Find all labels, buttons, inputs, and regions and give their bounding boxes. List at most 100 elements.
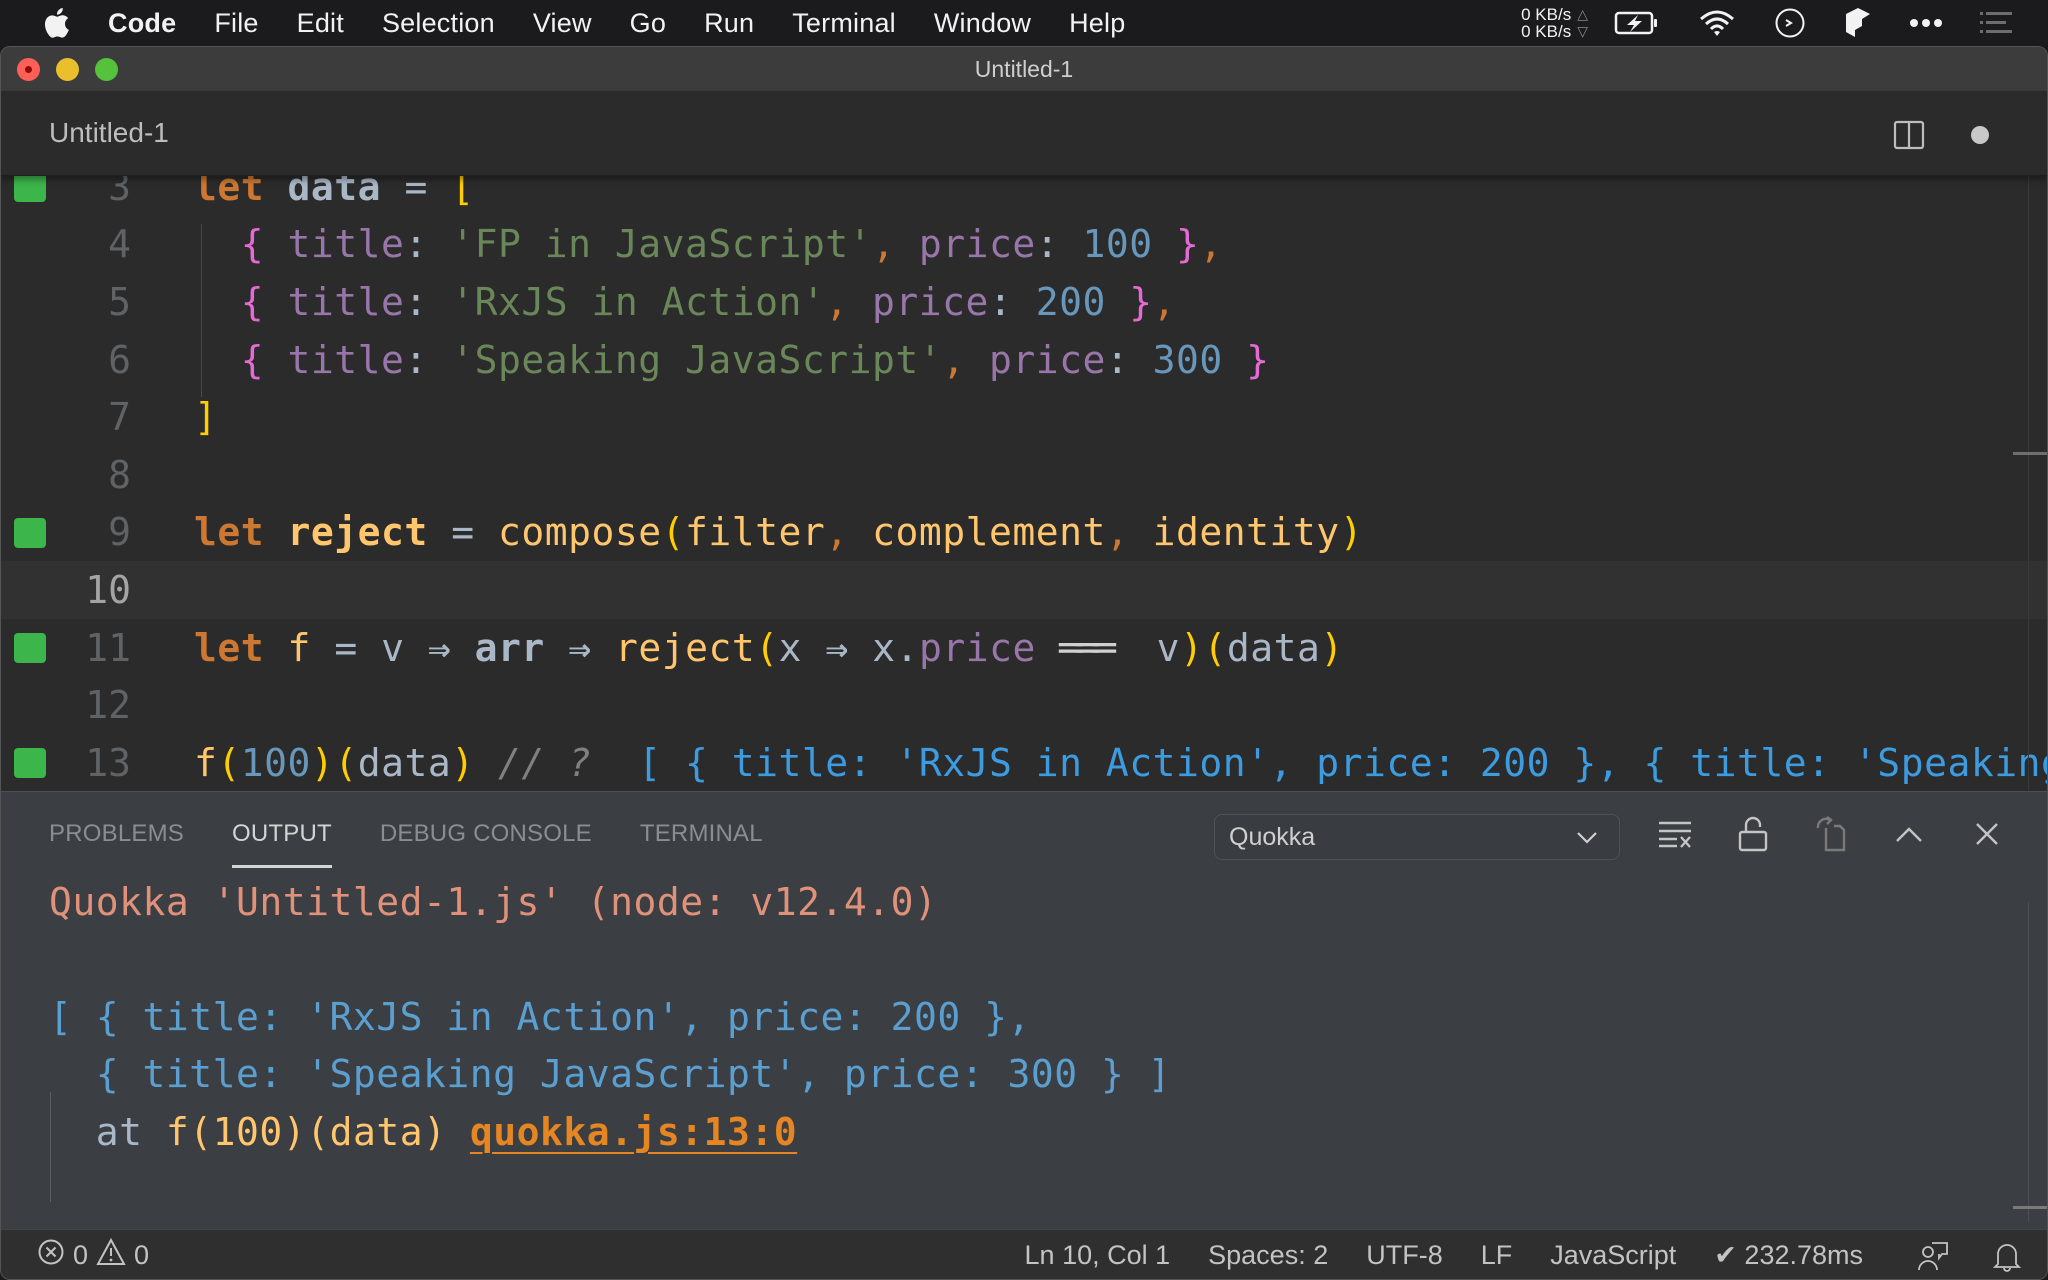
end-of-line[interactable]: LF	[1481, 1240, 1513, 1271]
token-arrow: ⇒	[568, 625, 592, 670]
code-line[interactable]: 3 let data = [	[1, 176, 2047, 216]
tab-untitled-1[interactable]: Untitled-1	[49, 117, 169, 149]
problems-status[interactable]: 0 0	[37, 1237, 149, 1273]
line-number: 12	[85, 683, 131, 728]
cursor-position[interactable]: Ln 10, Col 1	[1025, 1240, 1171, 1271]
token-comma: ,	[872, 222, 896, 267]
menu-window[interactable]: Window	[934, 8, 1031, 39]
lock-scroll-icon[interactable]	[1735, 816, 1771, 852]
window-title-bar: Untitled-1	[1, 47, 2047, 91]
menu-help[interactable]: Help	[1069, 8, 1125, 39]
close-window-button[interactable]	[17, 58, 40, 81]
code-line[interactable]: 4 { title: 'FP in JavaScript', price: 10…	[1, 216, 2047, 274]
token-property: title	[287, 279, 405, 324]
menu-go[interactable]: Go	[630, 8, 666, 39]
token-paren: (	[661, 510, 686, 555]
code-line-current[interactable]: 10	[1, 561, 2047, 619]
token-keyword: let	[194, 510, 265, 555]
apple-logo-icon[interactable]	[40, 6, 72, 40]
token-function-call: reject	[614, 625, 756, 670]
notifications-bell-icon[interactable]	[1993, 1240, 2021, 1272]
panel-overview-marker	[2013, 1206, 2047, 1209]
code-line[interactable]: 11 let f = v ⇒ arr ⇒ reject(x ⇒ x.price …	[1, 619, 2047, 677]
output-channel-select[interactable]: Quokka	[1214, 814, 1620, 860]
line-number: 13	[85, 740, 131, 785]
menu-terminal[interactable]: Terminal	[792, 8, 896, 39]
code-line[interactable]: 7 ]	[1, 388, 2047, 446]
token-paren: )	[310, 740, 335, 785]
close-panel-icon[interactable]	[1969, 816, 2005, 852]
menu-app-code[interactable]: Code	[108, 8, 176, 39]
menu-file[interactable]: File	[214, 8, 258, 39]
code-line[interactable]: 13 f(100)(data) // ? [ { title: 'RxJS in…	[1, 734, 2047, 791]
panel-scrollbar[interactable]	[2028, 902, 2029, 1222]
token-number: 200	[1035, 279, 1106, 324]
quokka-coverage-marker	[14, 632, 46, 663]
menu-edit[interactable]: Edit	[297, 8, 344, 39]
token-keyword: let	[194, 625, 265, 670]
file-encoding[interactable]: UTF-8	[1366, 1240, 1443, 1271]
token-arrow: ⇒	[427, 625, 452, 670]
menu-view[interactable]: View	[533, 8, 592, 39]
token-variable: x	[872, 625, 896, 670]
token-colon: :	[1035, 222, 1060, 267]
language-mode[interactable]: JavaScript	[1550, 1240, 1676, 1271]
status-bar-right: Ln 10, Col 1 Spaces: 2 UTF-8 LF JavaScri…	[987, 1240, 2021, 1272]
tab-terminal[interactable]: TERMINAL	[640, 820, 763, 864]
maximize-panel-icon[interactable]	[1891, 816, 1927, 852]
token-colon: :	[988, 279, 1013, 324]
token-paren: (	[1203, 625, 1227, 670]
code-line[interactable]: 5 { title: 'RxJS in Action', price: 200 …	[1, 273, 2047, 331]
token-string: 'FP in JavaScript'	[451, 222, 873, 267]
clock-icon[interactable]	[1774, 7, 1806, 39]
zoom-window-button[interactable]	[95, 58, 118, 81]
token-number: 300	[1152, 337, 1223, 382]
split-editor-icon[interactable]	[1893, 119, 1925, 156]
token-operator: =	[404, 176, 428, 209]
battery-charging-icon[interactable]	[1614, 10, 1660, 36]
code-line[interactable]: 6 { title: 'Speaking JavaScript', price:…	[1, 331, 2047, 389]
token-dot: .	[895, 625, 919, 670]
network-speed-indicator[interactable]: 0 KB/s 0 KB/s △ ▽	[1521, 6, 1588, 40]
token-paren: (	[217, 740, 241, 785]
clear-output-icon[interactable]	[1657, 816, 1693, 852]
quokka-coverage-marker	[14, 517, 46, 548]
code-line[interactable]: 8	[1, 446, 2047, 504]
editor-scrollbar[interactable]	[2028, 176, 2029, 791]
tab-debug-console[interactable]: DEBUG CONSOLE	[380, 820, 592, 864]
code-line[interactable]: 12	[1, 676, 2047, 734]
output-source-link[interactable]: quokka.js:13:0	[470, 1110, 797, 1154]
line-number: 3	[108, 176, 131, 209]
upload-arrow-icon: △	[1577, 6, 1588, 22]
open-log-file-icon[interactable]	[1813, 816, 1849, 852]
minimize-window-button[interactable]	[56, 58, 79, 81]
token-colon: :	[404, 279, 428, 324]
token-string: 'RxJS in Action'	[451, 279, 826, 324]
token-paren: (	[334, 740, 358, 785]
token-paren: )	[451, 740, 475, 785]
token-variable: data	[1226, 625, 1321, 670]
feedback-icon[interactable]	[1917, 1240, 1949, 1272]
line-number: 10	[85, 567, 131, 612]
menu-selection[interactable]: Selection	[382, 8, 495, 39]
more-icon[interactable]	[1910, 18, 1942, 28]
cube-app-icon[interactable]	[1844, 6, 1872, 40]
token-number: 100	[1082, 222, 1153, 267]
code-line[interactable]: 9 let reject = compose(filter, complemen…	[1, 504, 2047, 562]
tab-output[interactable]: OUTPUT	[231, 820, 332, 868]
code-editor[interactable]: 3 let data = [ 4 { title: 'FP in JavaScr…	[1, 176, 2047, 791]
quokka-timing[interactable]: ✔ 232.78ms	[1714, 1240, 1863, 1271]
tab-problems[interactable]: PROBLEMS	[49, 820, 184, 864]
token-identifier: identity	[1152, 510, 1340, 555]
token-colon: :	[404, 337, 428, 382]
token-property: price	[872, 279, 989, 324]
token-property: title	[287, 337, 405, 382]
indentation-setting[interactable]: Spaces: 2	[1208, 1240, 1328, 1271]
wifi-icon[interactable]	[1698, 9, 1736, 37]
quokka-output-header: Quokka 'Untitled-1.js' (node: v12.4.0)	[49, 880, 938, 924]
line-number: 9	[108, 510, 131, 555]
list-icon[interactable]	[1980, 11, 2012, 35]
menu-run[interactable]: Run	[704, 8, 754, 39]
unsaved-dot-icon[interactable]	[1969, 124, 1991, 151]
error-icon	[37, 1238, 65, 1273]
